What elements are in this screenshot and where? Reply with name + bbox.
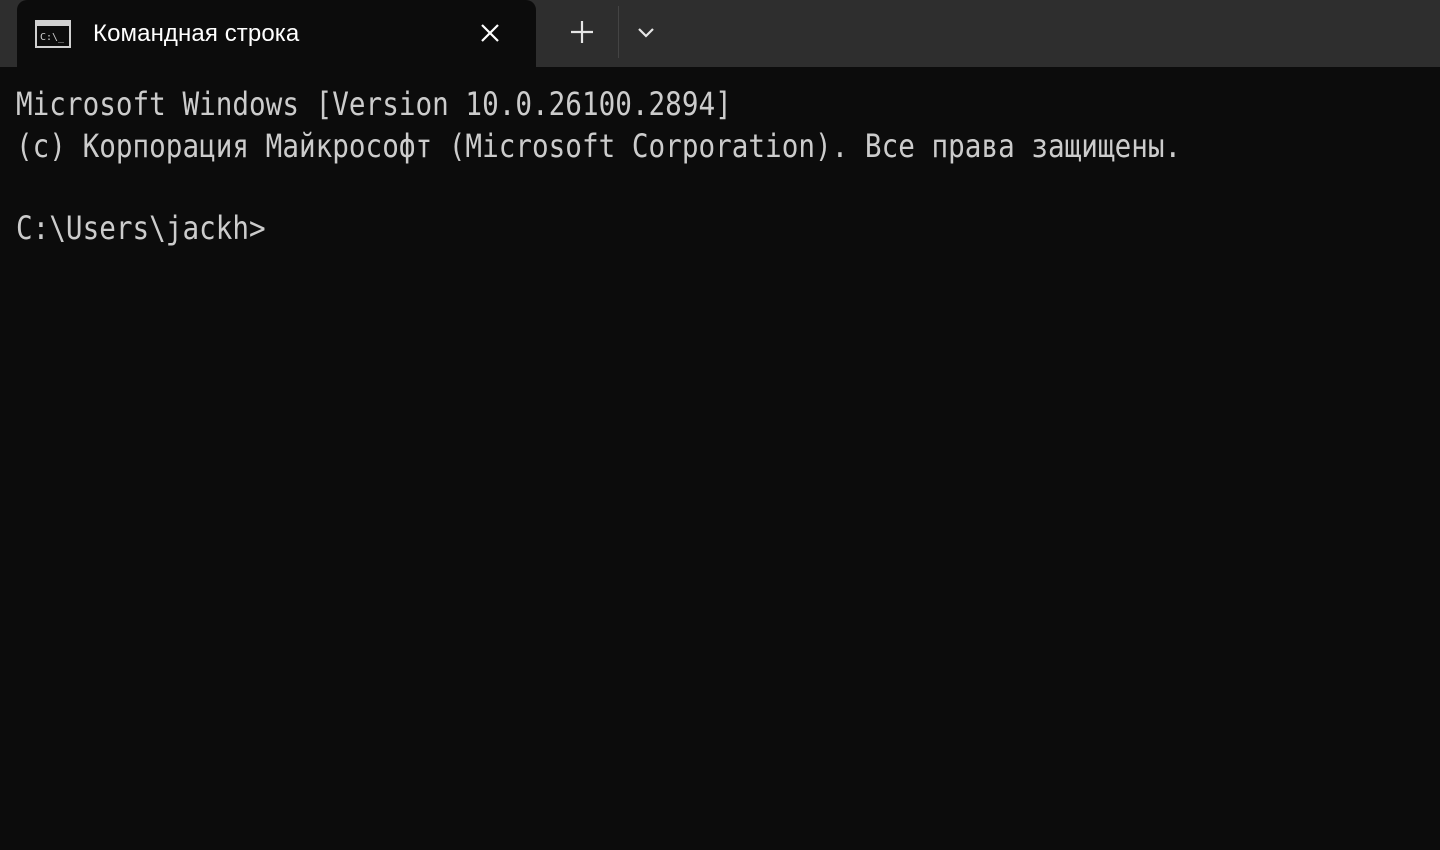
title-bar: C:\_ Командная строка — [0, 0, 1440, 67]
chevron-down-icon[interactable] — [630, 18, 662, 46]
terminal-output[interactable]: Microsoft Windows [Version 10.0.26100.28… — [0, 67, 1440, 850]
command-prompt-icon: C:\_ — [35, 20, 71, 48]
close-icon[interactable] — [475, 18, 505, 48]
command-prompt-line: C:\Users\jackh> — [16, 209, 266, 247]
svg-text:C:\_: C:\_ — [40, 32, 65, 43]
terminal-line: (c) Корпорация Майкрософт (Microsoft Cor… — [16, 127, 1182, 165]
plus-icon[interactable] — [563, 15, 601, 49]
tab-separator — [618, 6, 619, 58]
tab-title: Командная строка — [93, 20, 300, 47]
terminal-line: Microsoft Windows [Version 10.0.26100.28… — [16, 85, 732, 123]
tab-command-prompt[interactable]: C:\_ Командная строка — [17, 0, 536, 67]
